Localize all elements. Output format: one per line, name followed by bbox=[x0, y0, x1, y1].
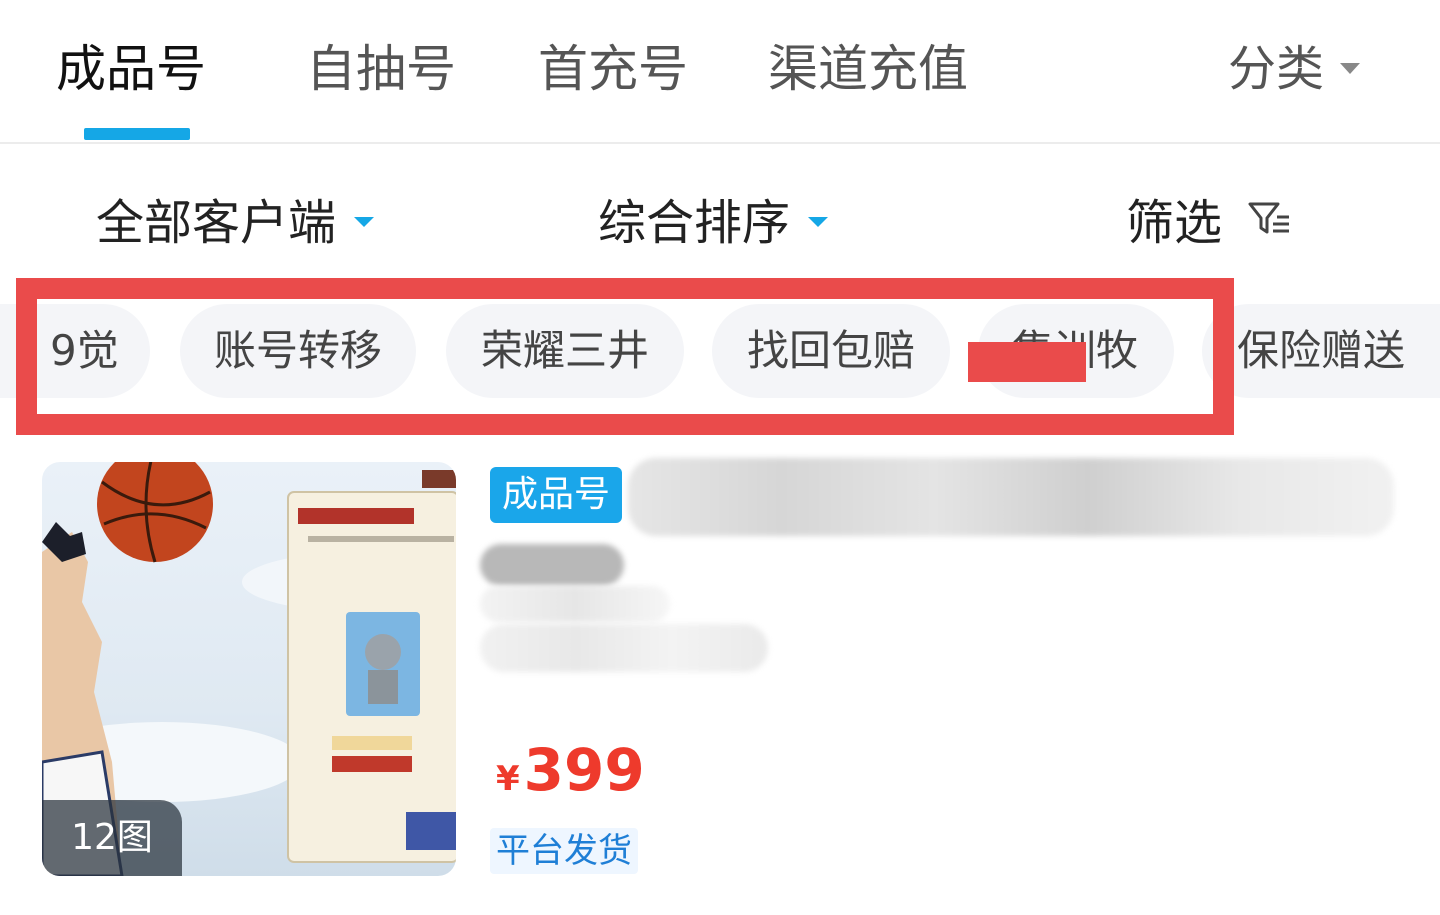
chip-tag[interactable]: 荣耀三井 bbox=[446, 304, 684, 398]
tab-channel-recharge[interactable]: 渠道充值 bbox=[768, 38, 968, 100]
tab-self-draw-account[interactable]: 自抽号 bbox=[306, 38, 456, 100]
sort-dropdown[interactable]: 综合排序 bbox=[598, 192, 829, 254]
active-tab-indicator bbox=[84, 128, 190, 140]
currency-symbol: ¥ bbox=[496, 759, 520, 799]
redacted-title-line bbox=[628, 458, 1394, 536]
chevron-down-icon bbox=[354, 217, 375, 227]
chevron-down-icon bbox=[1340, 62, 1360, 74]
category-dropdown[interactable]: 分类 bbox=[1228, 38, 1360, 100]
redacted-subtitle-line bbox=[480, 624, 768, 672]
tab-finished-account[interactable]: 成品号 bbox=[56, 38, 206, 100]
client-filter-label: 全部客户端 bbox=[96, 195, 337, 251]
chip-tag[interactable]: 保险赠送 bbox=[1202, 304, 1440, 398]
redacted-title-line bbox=[480, 586, 670, 622]
redacted-title-line bbox=[480, 544, 624, 586]
listing-thumbnail[interactable]: 12图 bbox=[42, 462, 456, 876]
chip-tag[interactable]: 9觉 bbox=[0, 304, 150, 398]
category-label: 分类 bbox=[1227, 41, 1324, 97]
price-value: 399 bbox=[523, 736, 645, 804]
sort-label: 综合排序 bbox=[598, 195, 791, 251]
filter-funnel-icon bbox=[1247, 193, 1293, 255]
image-count-badge: 12图 bbox=[42, 800, 182, 876]
tag-chip-row: 9觉 账号转移 荣耀三井 找回包赔 集训牧 保险赠送 bbox=[0, 304, 1440, 400]
chip-tag[interactable]: 账号转移 bbox=[180, 304, 416, 398]
listing-type-badge: 成品号 bbox=[490, 467, 622, 523]
chevron-down-icon bbox=[808, 217, 829, 227]
tab-first-recharge-account[interactable]: 首充号 bbox=[538, 38, 688, 100]
redaction-bar bbox=[968, 342, 1086, 382]
listing-price: ¥399 bbox=[496, 736, 645, 804]
screen-filter-button[interactable]: 筛选 bbox=[1126, 192, 1293, 257]
top-tab-bar: 成品号 自抽号 首充号 渠道充值 分类 bbox=[0, 0, 1440, 144]
chip-tag[interactable]: 找回包赔 bbox=[712, 304, 950, 398]
page: 成品号 自抽号 首充号 渠道充值 分类 全部客户端 综合排序 筛选 9觉 账号转… bbox=[0, 0, 1440, 915]
screen-filter-label: 筛选 bbox=[1126, 195, 1223, 251]
client-filter-dropdown[interactable]: 全部客户端 bbox=[96, 192, 375, 254]
platform-shipping-tag: 平台发货 bbox=[490, 828, 638, 874]
